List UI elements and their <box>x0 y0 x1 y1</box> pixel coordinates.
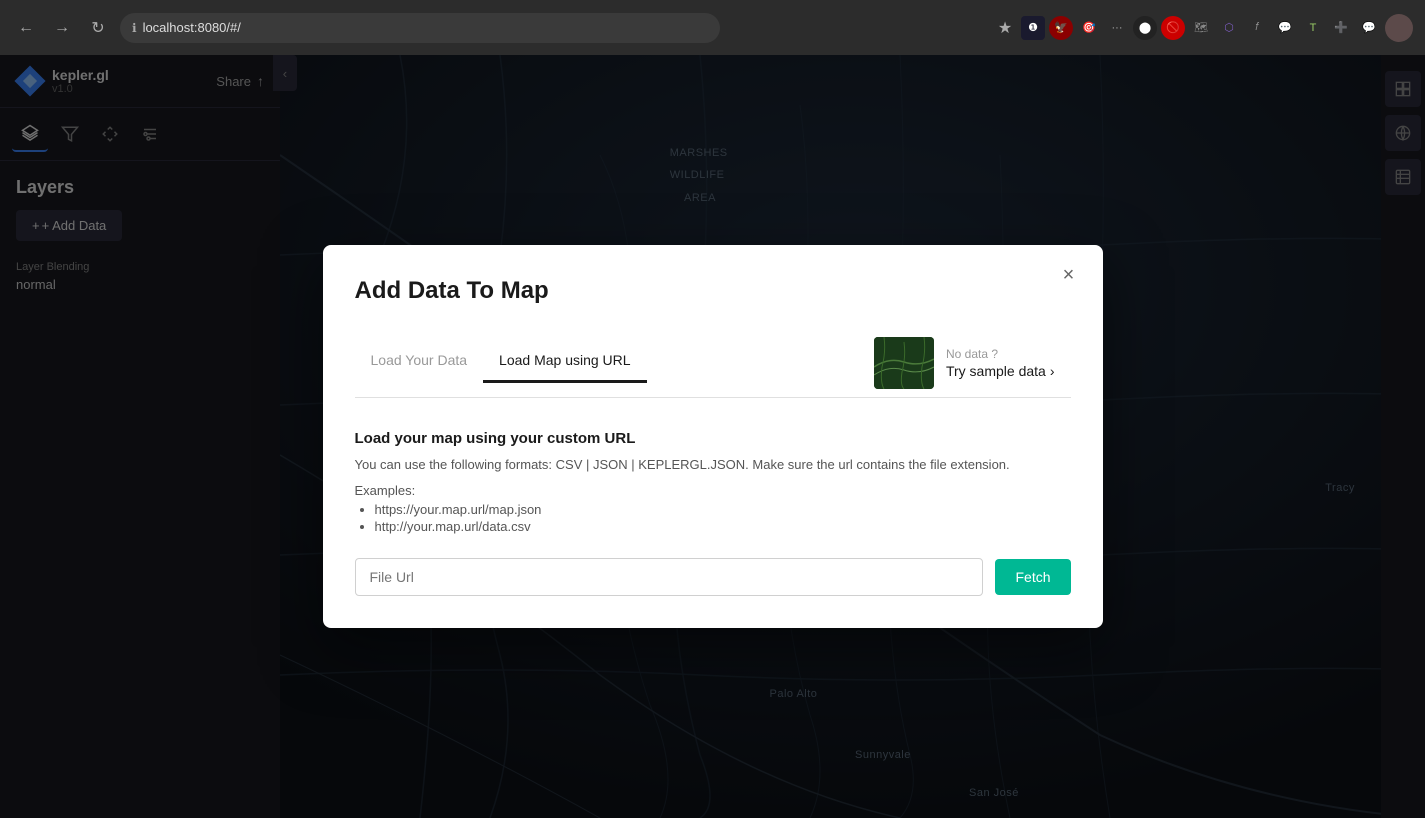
ext-9[interactable]: 𝑓 <box>1245 16 1269 40</box>
file-url-input[interactable] <box>355 558 984 596</box>
address-bar[interactable]: ℹ localhost:8080/#/ <box>120 13 720 43</box>
user-avatar[interactable] <box>1385 14 1413 42</box>
examples-label: Examples: <box>355 483 1071 498</box>
sample-text: No data ? Try sample data › <box>946 347 1055 379</box>
instruction-text: You can use the following formats: CSV |… <box>355 455 1071 475</box>
chevron-right-icon: › <box>1050 363 1055 379</box>
forward-button[interactable]: → <box>48 14 76 42</box>
no-data-text: No data ? <box>946 347 1055 361</box>
file-url-area: Fetch <box>355 558 1071 596</box>
tab-load-data[interactable]: Load Your Data <box>355 344 484 383</box>
sample-data-area: No data ? Try sample data › <box>858 329 1071 397</box>
ext-6[interactable]: 🚫 <box>1161 16 1185 40</box>
examples-list: https://your.map.url/map.json http://you… <box>355 502 1071 534</box>
example-item-1: http://your.map.url/data.csv <box>375 519 1071 534</box>
modal-body: Load your map using your custom URL You … <box>355 430 1071 596</box>
tab-load-url[interactable]: Load Map using URL <box>483 344 647 383</box>
url-text: localhost:8080/#/ <box>143 20 241 35</box>
ext-7[interactable]: 🗺 <box>1189 16 1213 40</box>
modal-title: Add Data To Map <box>355 277 1071 305</box>
ext-2[interactable]: 🦅 <box>1049 16 1073 40</box>
modal-overlay: × Add Data To Map Load Your Data Load Ma… <box>0 55 1425 818</box>
extensions-area: ★ ❶ 🦅 🎯 ··· ⬤ 🚫 🗺 ⬡ 𝑓 💬 T ➕ 💬 <box>993 14 1413 42</box>
browser-chrome: ← → ↻ ℹ localhost:8080/#/ ★ ❶ 🦅 🎯 ··· ⬤ … <box>0 0 1425 55</box>
add-data-modal: × Add Data To Map Load Your Data Load Ma… <box>323 245 1103 628</box>
instruction-title: Load your map using your custom URL <box>355 430 1071 447</box>
try-sample-button[interactable]: Try sample data › <box>946 363 1055 379</box>
ext-star[interactable]: ★ <box>993 16 1017 40</box>
modal-close-button[interactable]: × <box>1055 261 1083 289</box>
ext-4[interactable]: ··· <box>1105 16 1129 40</box>
sample-thumbnail <box>874 337 934 389</box>
ext-10[interactable]: 💬 <box>1273 16 1297 40</box>
refresh-button[interactable]: ↻ <box>84 14 112 42</box>
modal-tabs: Load Your Data Load Map using URL <box>355 329 1071 398</box>
ext-1[interactable]: ❶ <box>1021 16 1045 40</box>
example-item-0: https://your.map.url/map.json <box>375 502 1071 517</box>
ext-3[interactable]: 🎯 <box>1077 16 1101 40</box>
ext-12[interactable]: ➕ <box>1329 16 1353 40</box>
ext-8[interactable]: ⬡ <box>1217 16 1241 40</box>
ext-5[interactable]: ⬤ <box>1133 16 1157 40</box>
ext-13[interactable]: 💬 <box>1357 16 1381 40</box>
tabs-container: Load Your Data Load Map using URL <box>355 344 647 382</box>
fetch-button[interactable]: Fetch <box>995 559 1070 595</box>
ext-11[interactable]: T <box>1301 16 1325 40</box>
sample-thumb-image <box>874 337 934 389</box>
back-button[interactable]: ← <box>12 14 40 42</box>
